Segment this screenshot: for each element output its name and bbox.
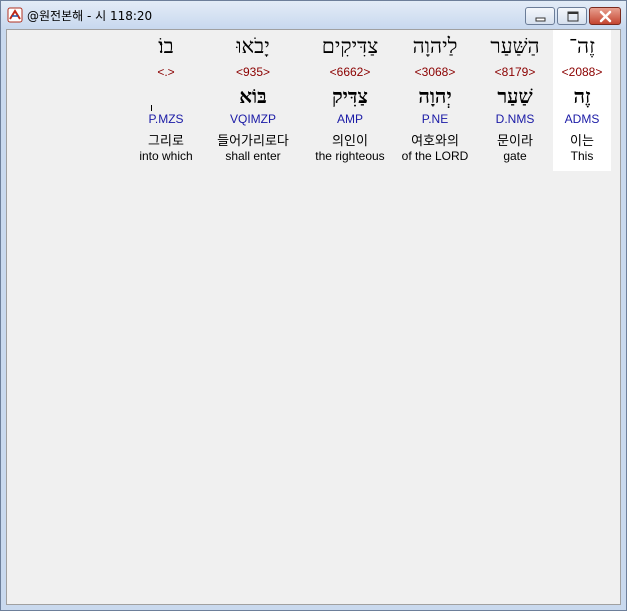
word-column[interactable]: יָבֹאוּ <935> בּוֹא VQIMZP 들어가리로다 shall … (203, 30, 303, 171)
hebrew-lemma-text: יְהוָה (418, 84, 452, 108)
english-gloss: gate (503, 149, 527, 163)
morphology-code[interactable]: P.NE (395, 112, 475, 126)
hebrew-surface-text: צַדִּיקִים (321, 34, 379, 58)
hebrew-lemma-text: שַׁעַר (497, 84, 533, 108)
interlinear-panel: זֶה־ <2088> זֶה ADMS 이는 This הַשַּׁעַר <… (6, 29, 621, 605)
english-gloss: of the LORD (401, 149, 469, 163)
english-gloss: the righteous (315, 149, 385, 163)
korean-gloss: 들어가리로다 (217, 134, 289, 149)
strong-number-link[interactable]: <3068> (395, 65, 475, 79)
restore-icon (567, 11, 579, 22)
app-logo-icon (7, 7, 23, 23)
strong-number-link[interactable]: <2088> (553, 65, 611, 79)
korean-gloss: 의인이 (332, 134, 368, 149)
word-column[interactable]: הַשַּׁעַר <8179> שַׁעַר D.NMS 문이라 gate (481, 30, 549, 171)
korean-gloss: 문이라 (497, 134, 533, 149)
english-gloss: This (570, 149, 594, 163)
hebrew-lemma-text: בּוֹא (239, 84, 267, 108)
word-column[interactable]: בוֹ׃ <.> P.MZS 그리로 into which (131, 30, 201, 171)
english-gloss: into which (139, 149, 193, 163)
close-button[interactable] (589, 7, 621, 25)
hebrew-surface-text: בוֹ׃ (158, 34, 174, 58)
word-column[interactable]: צַדִּיקִים <6662> צַדִּיק AMP 의인이 the ri… (305, 30, 395, 171)
english-gloss: shall enter (225, 149, 281, 163)
morphology-code[interactable]: D.NMS (481, 112, 549, 126)
minimize-icon (535, 17, 546, 22)
minimize-button[interactable] (525, 7, 555, 25)
korean-gloss: 그리로 (148, 134, 184, 149)
window-title: @원전본해 - 시 118:20 (27, 9, 153, 23)
korean-gloss: 여호와의 (411, 134, 459, 149)
morphology-code[interactable]: AMP (305, 112, 395, 126)
title-bar[interactable]: @원전본해 - 시 118:20 (1, 1, 626, 29)
strong-number-link[interactable]: <.> (131, 65, 201, 79)
hebrew-lemma-text: צַדִּיק (331, 84, 369, 108)
hebrew-surface-text: זֶה־ (569, 34, 595, 58)
lemma-placeholder-mark (151, 105, 152, 111)
morphology-code[interactable]: ADMS (553, 112, 611, 126)
hebrew-surface-text: יָבֹאוּ (236, 34, 270, 58)
strong-number-link[interactable]: <6662> (305, 65, 395, 79)
word-column[interactable]: זֶה־ <2088> זֶה ADMS 이는 This (553, 30, 611, 171)
hebrew-surface-text: הַשַּׁעַר (490, 34, 540, 58)
morphology-code[interactable]: P.MZS (131, 112, 201, 126)
close-icon (599, 10, 612, 23)
app-window: @원전본해 - 시 118:20 זֶה־ <2088> זֶה ADMS 이는… (0, 0, 627, 611)
strong-number-link[interactable]: <8179> (481, 65, 549, 79)
maximize-button[interactable] (557, 7, 587, 25)
hebrew-lemma-text: זֶה (573, 84, 591, 108)
korean-gloss: 이는 (570, 134, 594, 149)
hebrew-surface-text: לַיהוָה (412, 34, 458, 58)
word-column[interactable]: לַיהוָה <3068> יְהוָה P.NE 여호와의 of the L… (395, 30, 475, 171)
strong-number-link[interactable]: <935> (203, 65, 303, 79)
morphology-code[interactable]: VQIMZP (203, 112, 303, 126)
